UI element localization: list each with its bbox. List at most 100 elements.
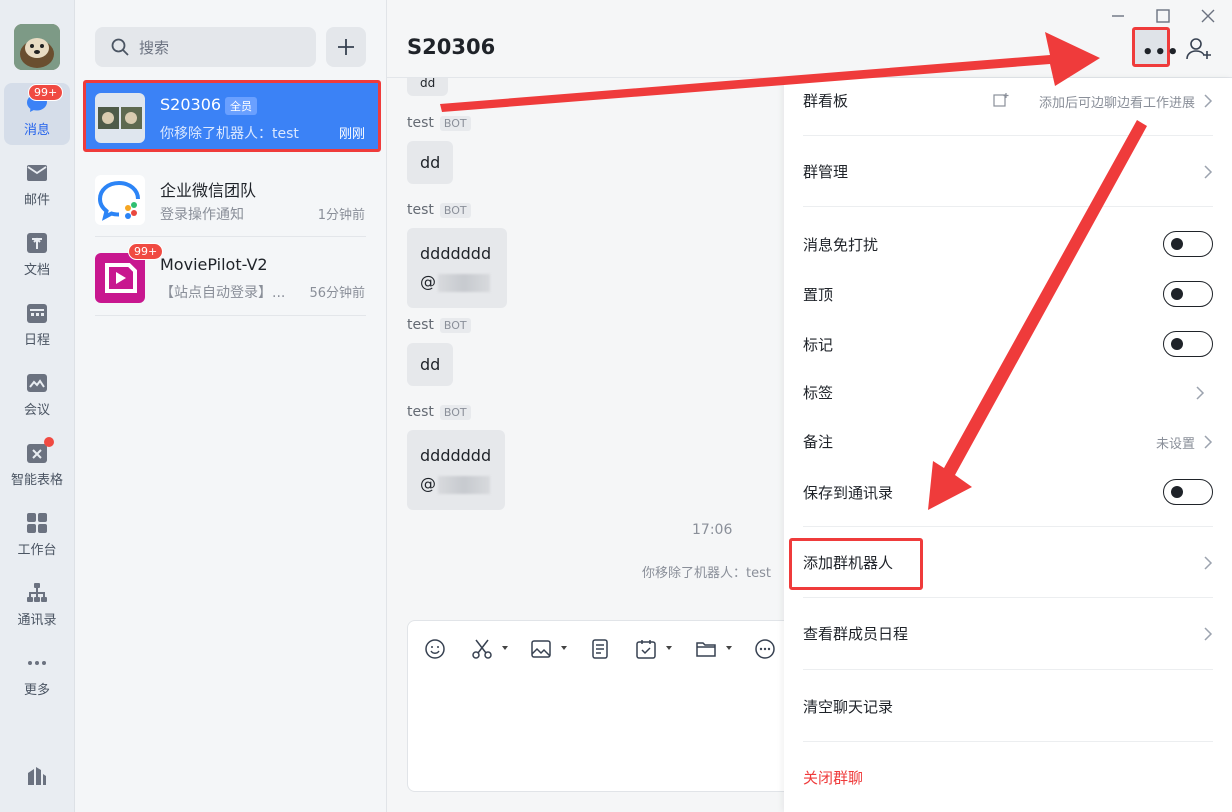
group-manage-row[interactable]: 群管理 — [803, 161, 1213, 187]
search-box[interactable]: 搜索 — [95, 27, 316, 67]
nav-label: 邮件 — [23, 193, 50, 208]
system-message: 你移除了机器人：test — [642, 566, 771, 581]
save-contacts-toggle[interactable] — [1163, 479, 1213, 505]
emoji-icon[interactable] — [423, 637, 447, 661]
clear-history-row[interactable]: 清空聊天记录 — [803, 696, 1213, 722]
nav-item-contacts[interactable]: 通讯录 — [4, 573, 70, 635]
conversation-item-s20306[interactable]: S20306 全员 你移除了机器人：test 刚刚 — [83, 80, 381, 152]
conversation-item-wecom-team[interactable]: 企业微信团队 登录操作通知 1分钟前 — [83, 162, 381, 234]
folder-icon[interactable] — [694, 637, 718, 661]
panel-divider — [803, 669, 1213, 670]
mute-label: 消息免打扰 — [803, 236, 879, 254]
labels-row[interactable]: 标签 — [803, 382, 1213, 408]
more-options-button[interactable]: ••• — [1132, 27, 1179, 67]
conversation-name: S20306 — [160, 95, 222, 114]
group-avatar-image — [95, 93, 145, 143]
more-circle-icon[interactable] — [753, 637, 777, 661]
search-icon — [111, 38, 129, 56]
close-group-label: 关闭群聊 — [803, 769, 864, 787]
group-settings-panel: 群看板 添加后可边聊边看工作进展 群管理 消息免打扰 置顶 标记 标签 备注 未… — [784, 78, 1232, 812]
conversation-item-moviepilot[interactable]: 99+ MoviePilot-V2 【站点自动登录】... 56分钟前 — [83, 240, 381, 312]
moviepilot-avatar — [95, 253, 145, 303]
chevron-down-icon[interactable] — [502, 646, 508, 650]
add-member-icon[interactable] — [1185, 35, 1213, 63]
pin-toggle[interactable] — [1163, 281, 1213, 307]
nav-label: 文档 — [23, 263, 50, 278]
chevron-right-icon — [1204, 556, 1213, 570]
message-composer[interactable] — [407, 620, 827, 792]
add-bot-highlight — [789, 538, 923, 590]
message-bubble[interactable]: ddddddd @ — [407, 430, 505, 510]
message-bubble[interactable]: dd — [407, 343, 454, 386]
mute-toggle[interactable] — [1163, 231, 1213, 257]
chevron-down-icon[interactable] — [726, 646, 732, 650]
message-text: ddddddd — [420, 446, 492, 465]
nav-label: 智能表格 — [10, 473, 63, 488]
panel-divider — [803, 597, 1213, 598]
user-avatar[interactable] — [14, 24, 60, 70]
nav-item-docs[interactable]: 文档 — [4, 223, 70, 285]
nav-item-smart-table[interactable]: 智能表格 — [4, 433, 70, 495]
search-placeholder: 搜索 — [139, 39, 170, 57]
nav-item-meeting[interactable]: 会议 — [4, 363, 70, 425]
remark-label: 备注 — [803, 433, 834, 451]
app-logo-icon[interactable] — [25, 763, 49, 787]
group-board-row[interactable]: 群看板 添加后可边聊边看工作进展 — [803, 90, 1213, 116]
mention-text: @ — [420, 474, 436, 493]
more-dots-icon — [28, 661, 46, 665]
nav-item-more[interactable]: 更多 — [4, 643, 70, 705]
smart-table-dot — [44, 437, 54, 447]
bot-tag: BOT — [439, 116, 471, 131]
nav-item-workbench[interactable]: 工作台 — [4, 503, 70, 565]
board-add-icon — [993, 93, 1009, 107]
group-board-hint: 添加后可边聊边看工作进展 — [1038, 96, 1195, 111]
group-manage-label: 群管理 — [803, 163, 849, 181]
maximize-icon[interactable] — [1153, 6, 1173, 26]
member-schedule-row[interactable]: 查看群成员日程 — [803, 623, 1213, 649]
mail-icon — [27, 165, 47, 181]
note-icon[interactable] — [588, 637, 612, 661]
mark-row: 标记 — [803, 330, 1213, 358]
nav-label: 日程 — [23, 333, 50, 348]
labels-label: 标签 — [803, 384, 834, 402]
remark-value: 未设置 — [1155, 437, 1195, 452]
meeting-icon — [27, 374, 47, 392]
mark-toggle[interactable] — [1163, 331, 1213, 357]
schedule-icon[interactable] — [634, 637, 658, 661]
chevron-right-icon — [1204, 435, 1213, 449]
minimize-icon[interactable] — [1108, 6, 1128, 26]
scissors-icon[interactable] — [470, 637, 494, 661]
close-window-icon[interactable] — [1198, 6, 1218, 26]
nav-item-messages[interactable]: 消息 99+ — [4, 83, 70, 145]
message-bubble[interactable]: dd — [407, 141, 454, 184]
chevron-down-icon[interactable] — [666, 646, 672, 650]
save-contacts-label: 保存到通讯录 — [803, 484, 894, 502]
chevron-right-icon — [1204, 165, 1213, 179]
contacts-icon — [27, 583, 47, 602]
chevron-down-icon[interactable] — [561, 646, 567, 650]
message-bubble[interactable]: ddddddd @ — [407, 228, 507, 308]
create-button[interactable] — [326, 27, 366, 67]
redacted-blur — [438, 475, 490, 494]
message-text: ddddddd — [420, 244, 492, 263]
redacted-blur — [438, 273, 490, 292]
image-icon[interactable] — [529, 637, 553, 661]
nav-item-calendar[interactable]: 日程 — [4, 293, 70, 355]
panel-divider — [803, 135, 1213, 136]
bot-tag: BOT — [439, 318, 471, 333]
all-members-tag: 全员 — [225, 97, 257, 115]
nav-item-mail[interactable]: 邮件 — [4, 153, 70, 215]
chat-title: S20306 — [407, 35, 496, 59]
chevron-right-icon — [1204, 94, 1213, 108]
conversation-list: 搜索 S20306 全员 你移除了机器人：test 刚刚 企业微信团队 登录操作… — [75, 0, 387, 812]
conversation-preview: 你移除了机器人：test — [160, 126, 299, 142]
close-group-row[interactable]: 关闭群聊 — [803, 767, 1213, 793]
remark-row[interactable]: 备注 未设置 — [803, 431, 1213, 457]
moviepilot-logo-icon — [95, 253, 145, 303]
wecom-logo-icon — [95, 175, 145, 225]
sender-name: test — [407, 115, 434, 131]
calendar-icon — [27, 304, 47, 323]
message-bubble-partial[interactable]: dd — [407, 78, 449, 96]
list-divider — [95, 315, 366, 316]
message-sender: test BOT — [407, 317, 471, 333]
